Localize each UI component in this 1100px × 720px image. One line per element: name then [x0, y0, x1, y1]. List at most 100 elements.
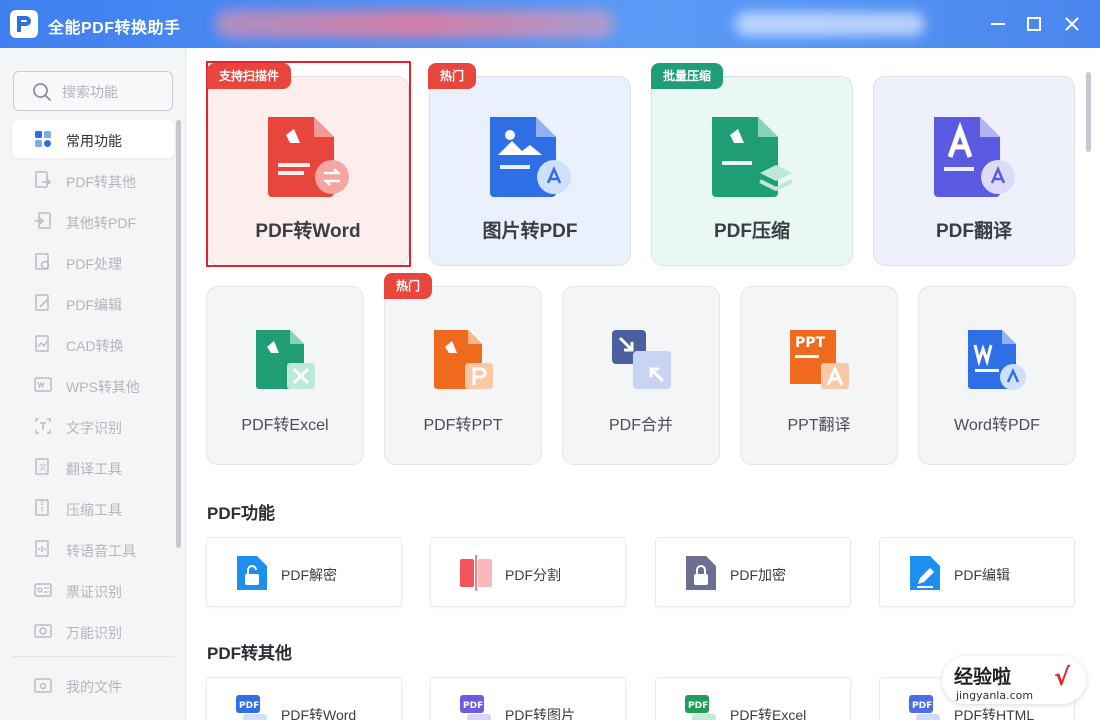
image-to-pdf-icon — [490, 117, 571, 197]
tool-title: 图片转PDF — [482, 221, 578, 242]
translate-icon: 文 — [35, 458, 49, 475]
svg-text:PDF: PDF — [688, 701, 708, 711]
tool-card-pdf-compress[interactable]: PDF压缩 — [651, 76, 853, 266]
pdf-merge-icon — [612, 330, 671, 389]
tool-title: PDF转PPT — [423, 417, 503, 434]
func-card-pdf-to-image[interactable]: PDF PDF转图片 — [430, 677, 626, 720]
func-title: PDF解密 — [281, 567, 337, 583]
pdf-to-excel-icon — [256, 330, 315, 389]
sidebar-scrollbar[interactable] — [176, 120, 181, 548]
sidebar: 常用功能 PDF转其他 其他转PDF PDF处理 PDF编辑 CAD转换 WPS… — [0, 48, 186, 720]
pdf-image-icon: PDF — [460, 695, 491, 720]
sidebar-item-ocr[interactable]: 文字识别 — [12, 407, 174, 445]
edit-doc-icon — [910, 556, 940, 590]
badge-batch-compress: 批量压缩 — [651, 63, 724, 89]
sidebar-item-label: 我的文件 — [66, 679, 122, 695]
func-title: PDF转HTML — [954, 707, 1035, 720]
tool-card-word-to-pdf[interactable]: Word转PDF — [918, 286, 1076, 465]
star-grid-icon — [35, 131, 51, 147]
tool-card-pdf-translate[interactable]: PDF翻译 — [873, 76, 1075, 266]
sidebar-item-label: 文字识别 — [66, 420, 122, 436]
sidebar-item-pdf-to-other[interactable]: PDF转其他 — [12, 161, 174, 199]
watermark-url: jingyanla.com — [955, 689, 1033, 702]
maximize-icon[interactable] — [1022, 12, 1046, 36]
sidebar-item-other-to-pdf[interactable]: 其他转PDF — [12, 202, 174, 240]
func-card-pdf-decrypt[interactable]: PDF解密 — [206, 537, 402, 607]
tool-title: PDF转Excel — [241, 417, 329, 434]
minimize-icon[interactable] — [986, 12, 1010, 36]
search-box[interactable] — [13, 71, 173, 111]
func-title: PDF转Word — [281, 707, 357, 720]
cad-icon — [35, 335, 49, 352]
tool-card-image-to-pdf[interactable]: 图片转PDF — [429, 76, 631, 266]
scan-icon — [34, 624, 52, 638]
sidebar-item-pdf-process[interactable]: PDF处理 — [12, 243, 174, 281]
sidebar-divider — [12, 656, 174, 657]
sidebar-item-wps[interactable]: WPS转其他 — [12, 366, 174, 404]
func-card-pdf-to-word[interactable]: PDF PDF转Word — [206, 677, 402, 720]
func-card-pdf-edit[interactable]: PDF编辑 — [879, 537, 1075, 607]
sidebar-item-compress[interactable]: 压缩工具 — [12, 489, 174, 527]
func-card-pdf-to-excel[interactable]: PDF PDF转Excel — [655, 677, 851, 720]
watermark-check: √ — [1054, 663, 1071, 691]
sidebar-item-label: 其他转PDF — [66, 215, 136, 231]
app-logo — [10, 10, 38, 38]
pdf-html-icon: PDF — [909, 695, 940, 720]
sidebar-item-label: PDF转其他 — [66, 174, 136, 190]
blurred-user-info — [215, 10, 615, 38]
sidebar-item-label: CAD转换 — [66, 338, 124, 354]
sidebar-item-audio[interactable]: 转语音工具 — [12, 530, 174, 568]
section-title-pdf-functions: PDF功能 — [207, 504, 275, 523]
svg-text:PDF: PDF — [912, 701, 932, 711]
word-to-pdf-icon — [968, 330, 1026, 390]
sidebar-item-common[interactable]: 常用功能 — [12, 120, 174, 158]
wps-icon — [34, 377, 52, 392]
badge-scan-support: 支持扫描件 — [207, 63, 292, 89]
search-icon — [33, 83, 52, 102]
func-card-pdf-split[interactable]: PDF分割 — [430, 537, 626, 607]
tool-title: PDF翻译 — [935, 221, 1012, 242]
pdf-compress-icon — [712, 117, 793, 197]
main-scrollbar[interactable] — [1086, 72, 1091, 152]
sidebar-item-label: 万能识别 — [66, 625, 122, 641]
app-title: 全能PDF转换助手 — [48, 20, 181, 37]
pdf-excel-icon: PDF — [685, 695, 716, 720]
sidebar-item-cad[interactable]: CAD转换 — [12, 325, 174, 363]
func-title: PDF分割 — [505, 567, 561, 583]
sidebar-item-label: 翻译工具 — [66, 461, 122, 477]
tool-card-ppt-translate[interactable]: PPT PPT翻译 — [740, 286, 898, 465]
tool-card-pdf-to-excel[interactable]: PDF转Excel — [206, 286, 364, 465]
tool-title: PDF合并 — [608, 417, 673, 434]
close-icon[interactable] — [1060, 12, 1084, 36]
ocr-icon — [35, 418, 51, 434]
pdf-process-icon — [35, 253, 50, 270]
tool-card-pdf-to-ppt[interactable]: PDF转PPT — [384, 286, 542, 465]
tool-title: PPT翻译 — [787, 417, 851, 434]
audio-icon — [35, 540, 49, 557]
pdf-word-icon: PDF — [236, 695, 267, 720]
func-card-pdf-encrypt[interactable]: PDF加密 — [655, 537, 851, 607]
lock-doc-icon — [686, 556, 716, 590]
split-doc-icon — [460, 555, 492, 591]
tool-title: Word转PDF — [954, 417, 1040, 434]
section-title-pdf-to-other: PDF转其他 — [207, 644, 292, 663]
compress-icon — [35, 499, 49, 516]
sidebar-item-label: 转语音工具 — [66, 543, 136, 559]
site-watermark: 经验啦 √ jingyanla.com — [942, 656, 1086, 704]
sidebar-item-translate[interactable]: 文 翻译工具 — [12, 448, 174, 486]
sidebar-item-ticket[interactable]: 票证识别 — [12, 571, 174, 609]
svg-text:PPT: PPT — [795, 335, 826, 351]
sidebar-item-label: 压缩工具 — [66, 502, 122, 518]
sidebar-item-my-files[interactable]: 我的文件 — [12, 666, 174, 704]
folder-icon — [34, 678, 52, 693]
sidebar-item-pdf-edit[interactable]: PDF编辑 — [12, 284, 174, 322]
sidebar-item-label: PDF处理 — [66, 256, 122, 272]
badge-hot: 热门 — [384, 273, 433, 299]
search-input[interactable] — [62, 81, 162, 103]
tool-card-pdf-merge[interactable]: PDF合并 — [562, 286, 720, 465]
sidebar-item-scan[interactable]: 万能识别 — [12, 612, 174, 650]
pdf-edit-icon — [35, 294, 49, 311]
svg-text:PDF: PDF — [463, 701, 483, 711]
pdf-import-icon — [35, 212, 51, 229]
sidebar-item-label: WPS转其他 — [66, 379, 140, 395]
